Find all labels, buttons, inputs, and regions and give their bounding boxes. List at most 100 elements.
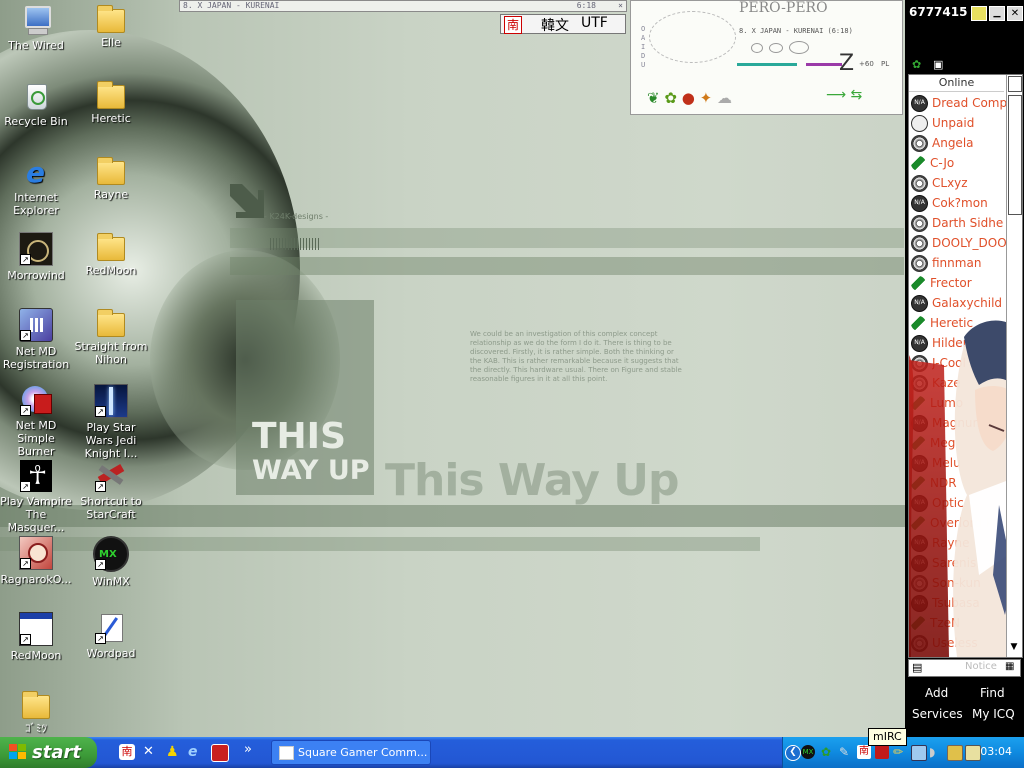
desktop-icon-morrowind[interactable]: ↗ Morrowind (0, 232, 74, 282)
icq-contact-item[interactable]: NDR (911, 474, 1019, 492)
icq-contact-list[interactable]: 6777415 ▁ ✕ ✿ ▣ Online Dread CompanUnpai… (905, 0, 1024, 737)
pero-arrow-icon[interactable]: ⟶ ⇆ (826, 87, 862, 103)
winamp-titlebar[interactable]: 8. X JAPAN - KURENAI 6:18 × (179, 0, 627, 12)
tool-tray-icon[interactable]: ✎ (839, 745, 853, 759)
desktop-icon-rayne[interactable]: Rayne (73, 156, 149, 201)
desktop-icon-jedi-knight[interactable]: ↗ Play Star Wars Jedi Knight I... (73, 384, 149, 460)
icq-tray-icon[interactable]: ✿ (821, 745, 835, 759)
icq-services-button[interactable]: Services (912, 707, 963, 721)
icq-flower-icon[interactable]: ✿ (912, 58, 921, 71)
icq-contact-item[interactable]: Frector (911, 274, 1019, 292)
pencil-tray-icon[interactable]: ✏ (893, 745, 907, 759)
winamp-close-icon[interactable]: × (618, 1, 623, 11)
quicklaunch-chevron[interactable]: » (244, 742, 252, 757)
icq-bottom-field[interactable]: ▤ Notice ▦ (908, 659, 1021, 677)
ime-language-bar[interactable]: 南 韓文 UTF (500, 14, 626, 34)
icq-status-icon[interactable]: ▣ (933, 58, 943, 71)
desktop-icon-netmd-registration[interactable]: ↗ Net MD Registration (0, 308, 74, 371)
pero-fox-icon[interactable]: ✦ (700, 89, 713, 107)
icq-contact-item[interactable]: CLxyz (911, 174, 1019, 192)
icq-contact-item[interactable]: J-Cool (911, 354, 1019, 372)
desktop-icon-internet-explorer[interactable]: e Internet Explorer (0, 156, 74, 218)
icq-contact-item[interactable]: Cok?mon (911, 194, 1019, 212)
desktop-icon-winmx[interactable]: MX ↗ WinMX (73, 536, 149, 588)
desktop-icon-recycle-bin[interactable]: Recycle Bin (0, 80, 74, 128)
icq-myicq-button[interactable]: My ICQ (972, 707, 1015, 721)
icq-contact-item[interactable]: Darth Sidhe (911, 214, 1019, 232)
pero-volume-bar[interactable] (806, 63, 842, 66)
ime-tray-icon[interactable]: 南 (857, 745, 871, 759)
display-tray-icon[interactable] (947, 745, 963, 761)
scrollbar[interactable]: ▼ (1006, 75, 1022, 657)
pero-bug-icon[interactable]: ✿ (664, 89, 677, 107)
icq-list-panel[interactable]: Online Dread CompanUnpaidAngelaC-JoCLxyz… (908, 74, 1023, 658)
icq-contact-item[interactable]: Lumo (911, 394, 1019, 412)
desktop-icon-netmd-burner[interactable]: ↗ Net MD Simple Burner (0, 384, 74, 458)
desktop-icon-gomi-folder[interactable]: ｺﾞﾐﾂ (0, 690, 74, 735)
red-app-tray-icon[interactable] (875, 745, 889, 759)
pero-pero-player[interactable]: PERO-PERO OAIDU 8. X JAPAN - KURENAI (6:… (630, 0, 903, 115)
icq-status-toggle-icon[interactable]: ▦ (1005, 661, 1014, 672)
desktop-icon-redmoon-folder[interactable]: RedMoon (73, 232, 149, 277)
pero-leaf-icon[interactable]: ❦ (647, 89, 660, 107)
quicklaunch-butterfly-icon[interactable]: ✕ (143, 744, 159, 760)
desktop-icon-straight-from-nihon[interactable]: Straight from Nihon (73, 308, 149, 366)
ime-mode[interactable]: 韓文 (541, 15, 569, 35)
icq-contact-item[interactable]: DOOLY_DOOL (911, 234, 1019, 252)
quicklaunch-ie-icon[interactable]: e (188, 744, 204, 760)
icq-note-icon[interactable]: ▤ (912, 661, 922, 674)
icq-menu-button[interactable] (971, 6, 987, 21)
icq-contact-item[interactable]: Tsubasa (911, 594, 1019, 612)
quicklaunch-ime-icon[interactable]: 南 (119, 744, 135, 760)
minimize-icon[interactable]: ▁ (989, 6, 1005, 21)
icq-contact-item[interactable]: Useless (911, 634, 1019, 652)
icq-contact-item[interactable]: Son-kun (911, 574, 1019, 592)
winmx-tray-icon[interactable]: MX (801, 745, 815, 759)
pero-seek-bar[interactable] (737, 63, 797, 66)
icq-contact-item[interactable]: Overlord Patch (911, 514, 1019, 532)
icq-find-button[interactable]: Find (980, 686, 1005, 700)
icq-contact-item[interactable]: Dread Compan (911, 94, 1019, 112)
quicklaunch-aim-icon[interactable]: ♟ (166, 744, 182, 760)
icq-contact-item[interactable]: C-Jo (911, 154, 1019, 172)
volume-tray-icon[interactable]: ◗ (929, 745, 943, 759)
pero-pl[interactable]: PL (881, 60, 889, 68)
icq-contact-item[interactable]: Angela (911, 134, 1019, 152)
pero-sheep-icon[interactable]: ☁ (717, 89, 732, 107)
clock[interactable]: 03:04 (980, 745, 1012, 758)
icq-contact-item[interactable]: Magnum (911, 414, 1019, 432)
mirc-tray-icon[interactable] (965, 745, 981, 761)
scroll-thumb[interactable] (1008, 95, 1022, 215)
desktop[interactable]: THIS WAY UP - K24K-designs - We could be… (0, 0, 1024, 737)
icq-contact-item[interactable]: Melu (911, 454, 1019, 472)
icq-contact-item[interactable]: Rayne (911, 534, 1019, 552)
network-tray-icon[interactable] (911, 745, 927, 761)
start-button[interactable]: start (0, 737, 97, 768)
close-icon[interactable]: ✕ (1007, 6, 1023, 21)
korean-ime-icon[interactable]: 南 (504, 16, 522, 34)
desktop-icon-redmoon-app[interactable]: ↗ RedMoon (0, 612, 74, 662)
desktop-icon-elle[interactable]: Elle (73, 4, 149, 49)
icq-contact-item[interactable]: Unpaid (911, 114, 1019, 132)
ime-encoding[interactable]: UTF (581, 15, 608, 31)
pero-ladybug-icon[interactable]: ● (682, 89, 695, 107)
taskbar-window-button[interactable]: Square Gamer Comm... (271, 740, 431, 765)
icq-contact-item[interactable]: Heretic (911, 314, 1019, 332)
icq-contact-item[interactable]: Sarenis (911, 554, 1019, 572)
icq-contact-item[interactable]: Kaze (911, 374, 1019, 392)
scroll-up-button[interactable] (1008, 76, 1022, 92)
desktop-icon-starcraft[interactable]: ↗ Shortcut to StarCraft (73, 460, 149, 521)
scroll-down-arrow-icon[interactable]: ▼ (1008, 640, 1020, 654)
icq-contact-item[interactable]: TzeN (911, 614, 1019, 632)
desktop-icon-ragnarok[interactable]: ↗ RagnarokO... (0, 536, 74, 586)
quicklaunch-app-icon[interactable] (211, 744, 229, 762)
desktop-icon-vampire[interactable]: ☥ ↗ Play Vampire The Masquer... (0, 460, 74, 534)
tray-expand-icon[interactable]: ❮ (785, 745, 801, 761)
icq-contact-item[interactable]: Meg (911, 434, 1019, 452)
desktop-icon-heretic[interactable]: Heretic (73, 80, 149, 125)
desktop-icon-wordpad[interactable]: ↗ Wordpad (73, 612, 149, 660)
icq-contact-item[interactable]: Optic (911, 494, 1019, 512)
icq-add-button[interactable]: Add (925, 686, 948, 700)
icq-contact-item[interactable]: Hilderman (911, 334, 1019, 352)
icq-contact-item[interactable]: finnman (911, 254, 1019, 272)
